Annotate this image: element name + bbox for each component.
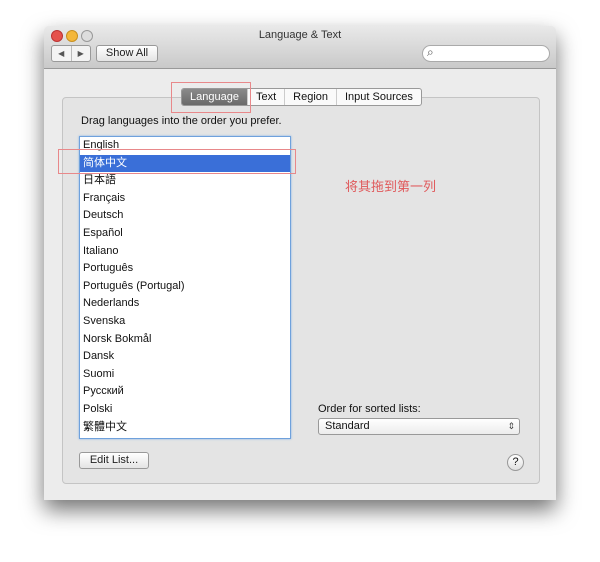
tab-region[interactable]: Region: [284, 89, 336, 105]
language-item[interactable]: Polski: [80, 401, 290, 419]
nav-buttons: ◀ ▶: [51, 45, 91, 62]
language-item[interactable]: Deutsch: [80, 207, 290, 225]
language-item[interactable]: Svenska: [80, 313, 290, 331]
search-input[interactable]: ⌕: [422, 45, 550, 62]
help-button[interactable]: ?: [507, 454, 524, 471]
language-list[interactable]: English 简体中文 日本語 Français Deutsch Español Ital…: [79, 136, 291, 439]
language-item[interactable]: Suomi: [80, 366, 290, 384]
sort-label: Order for sorted lists:: [318, 403, 421, 415]
instruction-text: Drag languages into the order you prefer…: [81, 115, 282, 127]
search-icon: ⌕: [427, 45, 434, 59]
language-item[interactable]: Nederlands: [80, 295, 290, 313]
show-all-button[interactable]: Show All: [96, 45, 158, 62]
window: Language & Text ◀ ▶ Show All ⌕ Language …: [44, 26, 556, 500]
language-item[interactable]: Italiano: [80, 243, 290, 261]
forward-button[interactable]: ▶: [70, 46, 91, 61]
annotation-text: 将其拖到第一列: [345, 179, 437, 194]
tab-input-sources[interactable]: Input Sources: [336, 89, 421, 105]
tab-text[interactable]: Text: [246, 89, 284, 105]
back-button[interactable]: ◀: [52, 46, 71, 61]
language-item[interactable]: Português (Portugal): [80, 278, 290, 296]
language-item[interactable]: 繁體中文: [80, 419, 290, 437]
window-title: Language & Text: [258, 29, 342, 41]
language-item[interactable]: Français: [80, 190, 290, 208]
language-item[interactable]: Русский: [80, 383, 290, 401]
highlight-box-tab: [171, 82, 251, 113]
language-item[interactable]: Dansk: [80, 348, 290, 366]
sort-order-select[interactable]: Standard ⇕: [318, 418, 520, 435]
language-item[interactable]: Norsk Bokmål: [80, 331, 290, 349]
title-bar: Language & Text ◀ ▶ Show All ⌕: [44, 26, 556, 69]
updown-arrows-icon: ⇕: [507, 421, 515, 431]
language-item[interactable]: Português: [80, 260, 290, 278]
language-item[interactable]: Español: [80, 225, 290, 243]
highlight-box-row: [58, 149, 296, 174]
language-item[interactable]: 日本語: [80, 172, 290, 190]
sort-value: Standard: [325, 420, 370, 432]
edit-list-button[interactable]: Edit List...: [79, 452, 149, 469]
